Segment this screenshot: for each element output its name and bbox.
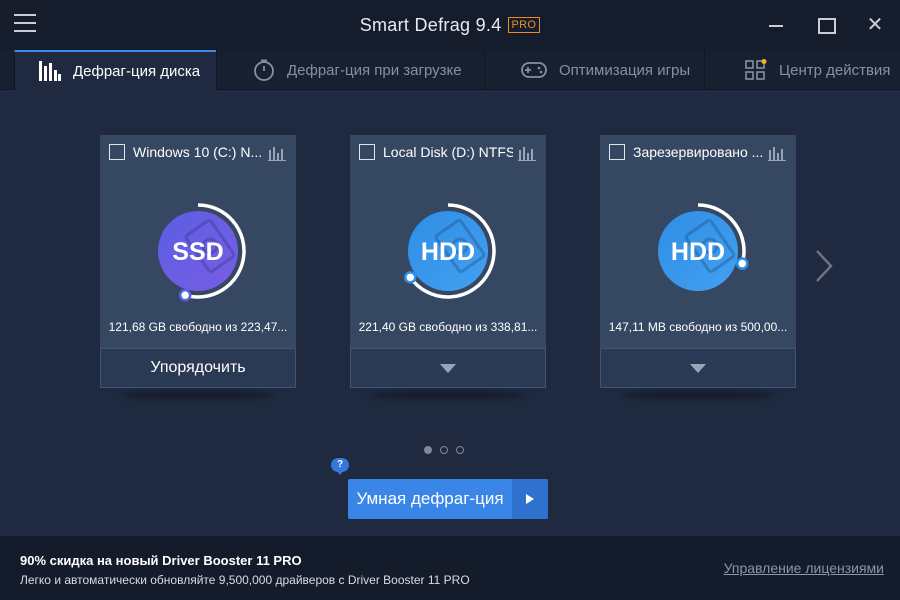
tab-label: Дефраг-ция диска	[73, 62, 201, 80]
footer-promo: 90% скидка на новый Driver Booster 11 PR…	[0, 536, 900, 600]
disk-card: Windows 10 (C:) N... SSD 121,68 GB свобо…	[100, 135, 296, 399]
tab-bar: Дефраг-ция диска Дефраг-ция при загрузке…	[0, 50, 900, 90]
usage-knob	[736, 257, 749, 270]
help-icon[interactable]: ?	[331, 458, 349, 475]
promo-title[interactable]: 90% скидка на новый Driver Booster 11 PR…	[20, 553, 302, 568]
disk-dropdown-button[interactable]	[350, 348, 546, 388]
disk-checkbox[interactable]	[609, 144, 625, 160]
page-dot[interactable]	[456, 446, 464, 454]
title-bar: Smart Defrag 9.4 PRO ✕	[0, 0, 900, 50]
gamepad-icon	[521, 61, 547, 79]
disk-name: Windows 10 (C:) N...	[133, 144, 263, 160]
usage-knob	[178, 288, 192, 302]
disk-name: Зарезервировано ...	[633, 144, 763, 160]
page-indicator	[424, 446, 464, 454]
pro-badge: PRO	[507, 17, 541, 34]
chevron-down-icon	[440, 363, 456, 373]
disk-space-info: 121,68 GB свободно из 223,47...	[108, 320, 288, 334]
app-title-text: Smart Defrag 9.4	[359, 14, 502, 35]
disk-space-info: 147,11 MB свободно из 500,00...	[608, 320, 788, 334]
disk-card: Зарезервировано ... HDD 147,11 MB свобод…	[600, 135, 796, 399]
defrag-action-button[interactable]: Упорядочить	[100, 348, 296, 388]
smart-defrag-button[interactable]: Умная дефраг-ция	[348, 479, 548, 519]
smart-defrag-label: Умная дефраг-ция	[356, 489, 504, 508]
tab-boot-defrag[interactable]: Дефраг-ция при загрузке	[216, 50, 484, 90]
disk-card: Local Disk (D:) NTFS HDD 221,40 GB свобо…	[350, 135, 546, 399]
tab-label: Центр действия	[779, 61, 891, 79]
promo-text: Легко и автоматически обновляйте 9,500,0…	[20, 573, 470, 587]
play-icon[interactable]	[512, 479, 548, 519]
disk-stats-icon[interactable]	[768, 145, 786, 166]
maximize-icon[interactable]	[812, 12, 838, 38]
disk-type-label: SSD	[172, 238, 223, 266]
page-dot[interactable]	[440, 446, 448, 454]
close-icon[interactable]: ✕	[862, 12, 888, 38]
disk-dropdown-button[interactable]	[600, 348, 796, 388]
disk-usage-gauge: SSD	[158, 203, 246, 302]
tab-game-optimize[interactable]: Оптимизация игры	[484, 50, 704, 90]
disk-usage-gauge: HDD	[658, 203, 749, 291]
minimize-icon[interactable]	[763, 12, 789, 38]
disk-type-label: HDD	[421, 238, 475, 266]
disk-checkbox[interactable]	[359, 144, 375, 160]
disk-space-info: 221,40 GB свободно из 338,81...	[358, 320, 538, 334]
boot-timer-icon	[253, 59, 275, 81]
chevron-down-icon	[690, 363, 706, 373]
disk-stats-icon[interactable]	[518, 145, 536, 166]
disk-checkbox[interactable]	[109, 144, 125, 160]
disk-stats-icon[interactable]	[268, 145, 286, 166]
page-dot[interactable]	[424, 446, 432, 454]
disk-usage-gauge: HDD	[404, 203, 496, 299]
action-center-icon	[745, 59, 767, 81]
tab-label: Дефраг-ция при загрузке	[287, 61, 462, 79]
disk-name: Local Disk (D:) NTFS	[383, 144, 513, 160]
disk-defrag-icon	[39, 61, 61, 81]
tab-disk-defrag[interactable]: Дефраг-ция диска	[14, 50, 216, 90]
license-management-link[interactable]: Управление лицензиями	[724, 560, 884, 576]
chevron-right-icon[interactable]	[814, 248, 834, 289]
tab-action-center[interactable]: Центр действия	[704, 50, 900, 90]
tab-label: Оптимизация игры	[559, 61, 691, 79]
disk-type-label: HDD	[671, 238, 725, 266]
usage-knob	[404, 271, 417, 284]
